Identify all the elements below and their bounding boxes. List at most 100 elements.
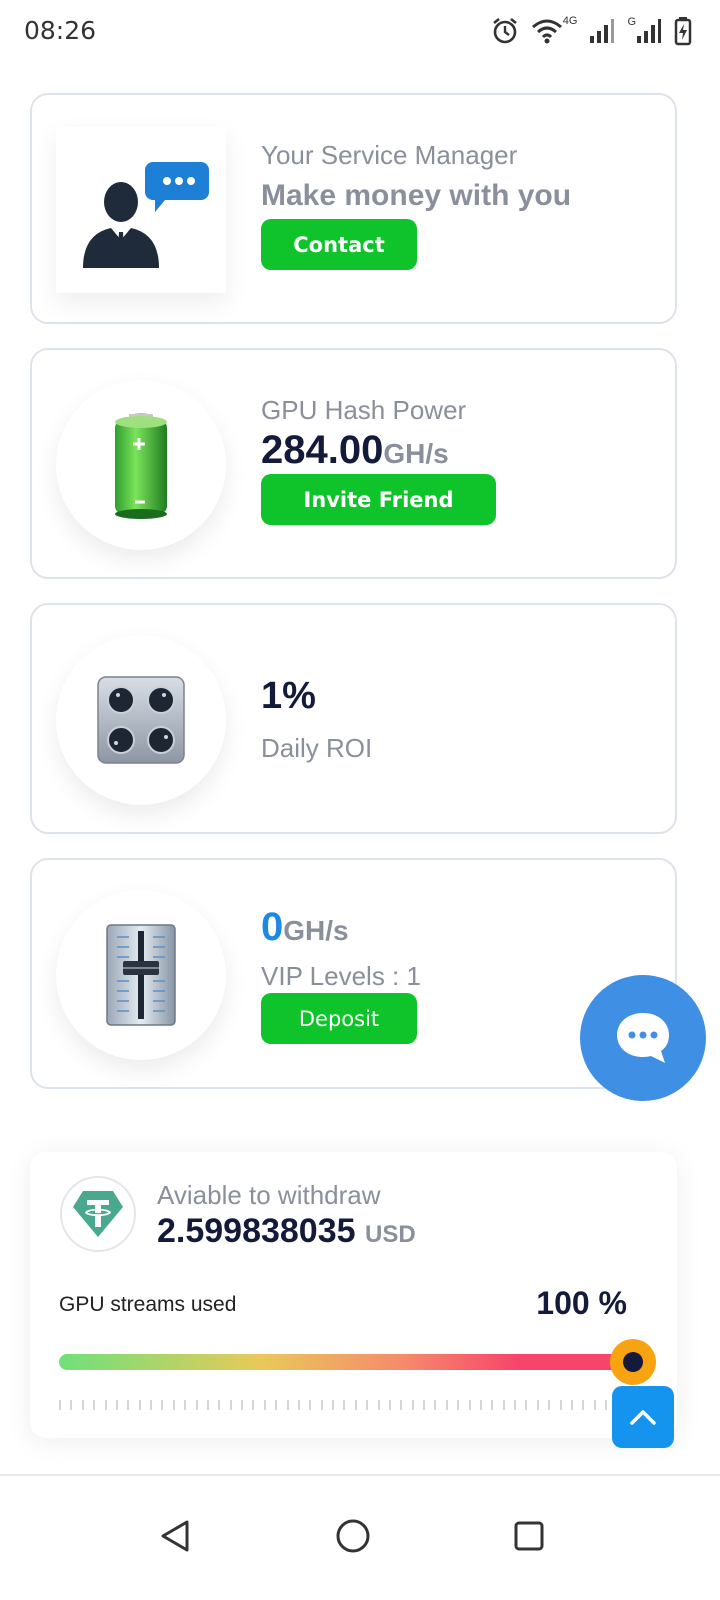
manager-title: Your Service Manager (261, 140, 518, 170)
progress-tick (332, 1400, 334, 1410)
progress-tick (366, 1400, 369, 1410)
progress-tick (59, 1400, 61, 1410)
progress-tick (206, 1400, 209, 1410)
roi-value: 1% (261, 675, 316, 717)
progress-tick (548, 1400, 551, 1410)
progress-tick (536, 1400, 539, 1410)
progress-tick (320, 1400, 323, 1410)
progress-tick (434, 1400, 437, 1410)
signal-g-group: G (627, 16, 662, 44)
home-icon (336, 1519, 370, 1553)
manager-subtitle: Make money with you (261, 179, 572, 212)
gpu-streams-progress-bar (59, 1354, 633, 1370)
net-label-g: G (627, 16, 636, 28)
progress-tick (172, 1400, 175, 1410)
wifi-4g-group: 4G (531, 15, 578, 45)
chevron-up-icon (630, 1410, 656, 1425)
signal-4g-icon (590, 19, 615, 43)
battery-icon (56, 380, 226, 550)
scroll-to-top-button[interactable] (612, 1386, 674, 1448)
progress-tick (150, 1400, 152, 1410)
gpu-streams-percent: 100 % (536, 1285, 627, 1321)
hash-power-value-row: 284.00GH/s (261, 428, 449, 473)
withdraw-label: Aviable to withdraw (157, 1180, 381, 1210)
progress-tick (286, 1400, 289, 1410)
progress-tick (229, 1400, 232, 1410)
hash-power-card: GPU Hash Power 284.00GH/s Invite Friend (30, 348, 677, 579)
signal-g-icon (637, 19, 661, 43)
progress-tick (309, 1400, 312, 1410)
vip-level-label: VIP Levels : 1 (261, 961, 421, 991)
alarm-icon (492, 17, 517, 44)
progress-tick (400, 1400, 403, 1410)
progress-tick (582, 1400, 585, 1410)
net-label-4g: 4G (562, 15, 578, 27)
progress-tick (275, 1400, 278, 1410)
roi-card: 1% Daily ROI (30, 603, 677, 834)
control-knobs-icon (56, 635, 226, 805)
progress-tick (468, 1400, 471, 1410)
wifi-icon (531, 19, 562, 44)
hash-power-unit: GH/s (383, 438, 449, 469)
progress-tick (297, 1400, 300, 1410)
progress-tick (161, 1400, 164, 1410)
tether-usdt-icon (60, 1176, 136, 1252)
status-bar: 08:26 4G G (0, 0, 720, 64)
progress-tick (457, 1400, 460, 1410)
withdraw-card: Aviable to withdraw 2.599838035 USD GPU … (30, 1152, 677, 1438)
chat-support-button[interactable] (580, 975, 706, 1101)
progress-tick (514, 1400, 516, 1410)
progress-tick (559, 1400, 562, 1410)
service-manager-card: Your Service Manager Make money with you… (30, 93, 677, 324)
recents-icon (514, 1521, 544, 1551)
slider-thumb-dot (623, 1352, 643, 1372)
progress-tick (115, 1400, 118, 1410)
progress-ticks (59, 1400, 619, 1410)
progress-tick (184, 1400, 187, 1410)
progress-tick (593, 1400, 596, 1410)
hash-power-value: 284.00 (261, 428, 384, 472)
progress-tick (423, 1400, 425, 1410)
vip-card: 0GH/s VIP Levels : 1 Deposit (30, 858, 677, 1089)
progress-tick (377, 1400, 380, 1410)
back-icon (161, 1520, 189, 1552)
withdraw-currency: USD (365, 1221, 416, 1248)
progress-tick (570, 1400, 573, 1410)
status-icons: 4G G (491, 14, 692, 48)
progress-tick (343, 1400, 346, 1410)
progress-tick (411, 1400, 414, 1410)
roi-label: Daily ROI (261, 733, 373, 763)
vip-value-row: 0GH/s (261, 905, 349, 950)
nav-back-button[interactable] (145, 1506, 205, 1566)
invite-friend-button[interactable]: Invite Friend (261, 474, 496, 525)
progress-tick (81, 1400, 84, 1410)
chat-bubble-icon (617, 1013, 669, 1063)
battery-charging-icon (674, 17, 692, 46)
progress-tick (502, 1400, 505, 1410)
deposit-button[interactable]: Deposit (261, 993, 417, 1044)
progress-tick (104, 1400, 107, 1410)
vip-unit: GH/s (283, 915, 349, 946)
vip-value: 0 (261, 905, 284, 949)
gpu-streams-slider-thumb[interactable] (610, 1339, 656, 1385)
withdraw-amount-row: 2.599838035 USD (157, 1212, 416, 1251)
progress-tick (388, 1400, 391, 1410)
progress-tick (525, 1400, 528, 1410)
nav-home-button[interactable] (323, 1506, 383, 1566)
progress-tick (138, 1400, 141, 1410)
status-time: 08:26 (24, 16, 97, 45)
progress-tick (195, 1400, 198, 1410)
progress-tick (241, 1400, 243, 1410)
slider-fader-icon (56, 890, 226, 1060)
progress-tick (491, 1400, 494, 1410)
withdraw-amount: 2.599838035 (157, 1212, 356, 1250)
contact-button[interactable]: Contact (261, 219, 417, 270)
hash-power-title: GPU Hash Power (261, 395, 467, 425)
system-nav-bar (0, 1474, 720, 1600)
nav-recents-button[interactable] (499, 1506, 559, 1566)
progress-tick (605, 1400, 607, 1410)
progress-tick (263, 1400, 266, 1410)
progress-tick (127, 1400, 130, 1410)
progress-tick (354, 1400, 357, 1410)
gpu-streams-label: GPU streams used (59, 1293, 237, 1316)
